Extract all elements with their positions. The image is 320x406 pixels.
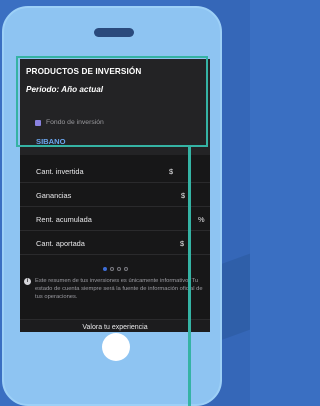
fund-type-row: Fondo de inversión — [35, 119, 104, 126]
metric-unit: $ — [181, 191, 186, 200]
chart-icon — [35, 119, 41, 126]
metric-row-contributed: Cant. aportada $ — [20, 231, 210, 255]
fund-type-label: Fondo de inversión — [46, 119, 104, 126]
rate-experience-button[interactable]: Valora tu experiencia — [20, 319, 210, 332]
metric-label: Ganancias — [36, 191, 72, 200]
metric-unit: % — [198, 215, 205, 224]
highlight-pointer-line — [188, 147, 191, 406]
metrics-list: Cant. invertida $ Ganancias $ Rent. acum… — [20, 159, 210, 255]
disclaimer-notice: i Este resumen de tus inversiones es úni… — [24, 277, 208, 301]
metric-label: Cant. aportada — [36, 239, 85, 248]
speaker-slot — [94, 28, 134, 37]
pagination-dot-1[interactable] — [102, 267, 107, 271]
page-title: PRODUCTOS DE INVERSIÓN — [26, 67, 142, 76]
disclaimer-text: Este resumen de tus inversiones es única… — [35, 278, 203, 300]
pagination-dot-3[interactable] — [116, 267, 121, 271]
metric-unit: $ — [169, 167, 174, 176]
metric-label: Rent. acumulada — [36, 215, 92, 224]
period-label: Periodo: Año actual — [26, 85, 104, 94]
metric-row-return: Rent. acumulada % — [20, 207, 210, 231]
home-button[interactable] — [102, 333, 130, 361]
investment-summary-card: PRODUCTOS DE INVERSIÓN Periodo: Año actu… — [20, 59, 210, 155]
metric-row-earnings: Ganancias $ — [20, 183, 210, 207]
fund-name-link[interactable]: SIBANO — [36, 137, 66, 146]
carousel-pagination[interactable] — [20, 267, 210, 271]
info-icon: i — [24, 278, 31, 285]
pagination-dot-2[interactable] — [109, 267, 114, 271]
metric-unit: $ — [180, 239, 185, 248]
metric-row-invested: Cant. invertida $ — [20, 159, 210, 183]
metric-label: Cant. invertida — [36, 167, 84, 176]
app-screen: PRODUCTOS DE INVERSIÓN Periodo: Año actu… — [20, 59, 210, 332]
pagination-dot-4[interactable] — [123, 267, 128, 271]
